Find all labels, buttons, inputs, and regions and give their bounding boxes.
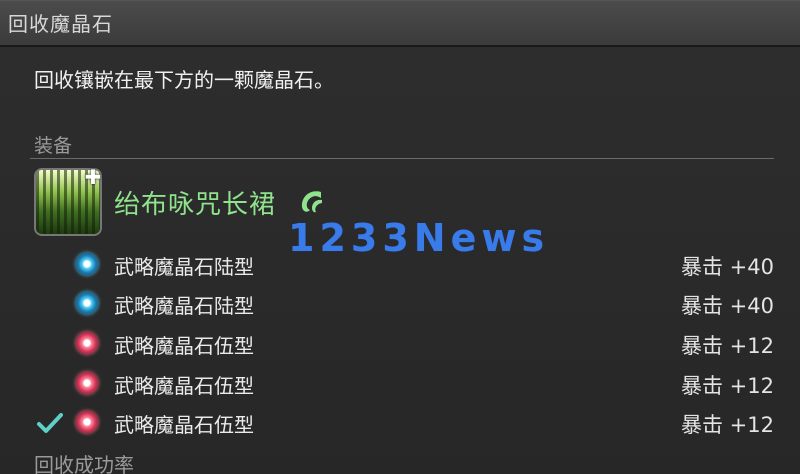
materia-red-icon xyxy=(76,372,98,394)
success-rate-label: 回收成功率 xyxy=(34,453,134,474)
materia-blue-icon xyxy=(76,292,98,314)
materia-name: 武略魔晶石陆型 xyxy=(114,255,254,279)
materia-name: 武略魔晶石陆型 xyxy=(114,294,254,318)
checkmark-icon xyxy=(37,413,63,433)
materia-stat: 暴击 +40 xyxy=(681,255,774,279)
materia-blue-icon xyxy=(76,253,98,275)
watermark: 1233News xyxy=(288,216,550,260)
hq-icon xyxy=(301,191,322,213)
materia-stat: 暴击 +12 xyxy=(681,374,774,398)
materia-row-selected[interactable]: 武略魔晶石伍型 暴击 +12 xyxy=(0,403,800,443)
materia-stat: 暴击 +12 xyxy=(681,413,774,437)
materia-row[interactable]: 武略魔晶石陆型 暴击 +40 xyxy=(0,284,800,324)
item-name: 绐布咏咒长裙 xyxy=(114,190,277,220)
materia-name: 武略魔晶石伍型 xyxy=(114,374,254,398)
equipment-section-label: 装备 xyxy=(34,135,73,157)
materia-name: 武略魔晶石伍型 xyxy=(114,413,254,437)
window-title: 回收魔晶石 xyxy=(8,12,113,36)
materia-name: 武略魔晶石伍型 xyxy=(114,334,254,358)
materia-stat: 暴击 +12 xyxy=(681,334,774,358)
plus-icon: ✚ xyxy=(84,165,102,189)
materia-red-icon xyxy=(76,332,98,354)
materia-red-icon xyxy=(76,411,98,433)
description-text: 回收镶嵌在最下方的一颗魔晶石。 xyxy=(34,68,334,92)
section-divider xyxy=(30,158,774,159)
materia-row[interactable]: 武略魔晶石伍型 暴击 +12 xyxy=(0,324,800,364)
materia-stat: 暴击 +40 xyxy=(681,294,774,318)
window-titlebar[interactable]: 回收魔晶石 xyxy=(0,0,800,47)
materia-row[interactable]: 武略魔晶石伍型 暴击 +12 xyxy=(0,364,800,404)
retrieve-materia-window: 回收魔晶石 回收镶嵌在最下方的一颗魔晶石。 装备 ✚ 绐布咏咒长裙 武略魔晶石陆… xyxy=(0,0,800,474)
